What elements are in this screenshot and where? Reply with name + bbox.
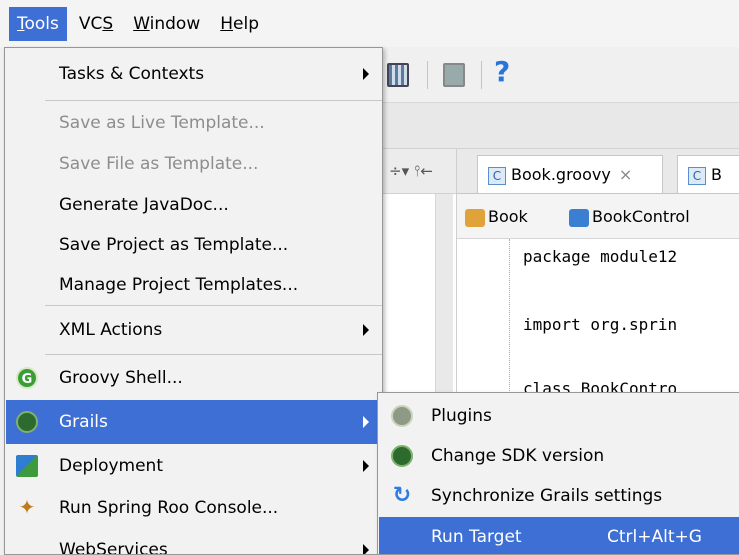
breadcrumb-book[interactable]: Book [465, 194, 528, 238]
menu-help-mnemonic: H [220, 13, 234, 34]
deployment-icon [16, 455, 38, 477]
tools-menu: Tasks & Contexts Save as Live Template..… [4, 47, 383, 555]
tab-second[interactable]: CB [677, 155, 739, 193]
menu-separator [45, 305, 382, 306]
menu-item-label: Tasks & Contexts [59, 64, 205, 84]
menu-item-label: Save Project as Template... [59, 235, 289, 255]
breadcrumb-label: Book [488, 207, 528, 226]
menu-separator [45, 354, 382, 355]
menu-bar: Tools VCS Window Help [0, 0, 739, 47]
sync-icon: ↻ [392, 483, 412, 508]
menu-vcs-a: VC [78, 13, 103, 34]
editor-tabs: C Book.groovy × CB [457, 149, 739, 194]
code-line: package module12 [523, 247, 678, 266]
menu-item-save-file-template: Save File as Template... [6, 142, 381, 186]
menu-help[interactable]: Help [212, 7, 267, 41]
navigation-strip [383, 103, 739, 149]
submenu-item-label: Synchronize Grails settings [431, 486, 663, 506]
menu-item-run-spring-roo[interactable]: ✦ Run Spring Roo Console... [6, 486, 381, 530]
tab-label: B [711, 165, 722, 184]
submenu-arrow-icon [363, 460, 369, 472]
menu-help-rest: elp [233, 13, 259, 34]
menu-window[interactable]: Window [125, 7, 208, 41]
grails-icon [391, 445, 413, 467]
class-icon: C [488, 166, 506, 185]
submenu-item-synchronize[interactable]: ↻ Synchronize Grails settings [379, 476, 739, 516]
kangaroo-icon: ✦ [18, 495, 36, 519]
submenu-arrow-icon [363, 416, 369, 428]
menu-item-label: Grails [59, 412, 108, 432]
menu-item-save-live-template: Save as Live Template... [6, 101, 381, 145]
menu-window-mnemonic: W [133, 13, 150, 34]
panel-header-controls[interactable]: ÷▾ ⫯← [383, 149, 456, 194]
controller-icon [569, 208, 589, 227]
menu-item-tasks-contexts[interactable]: Tasks & Contexts [6, 52, 381, 96]
database-icon[interactable] [443, 63, 465, 87]
menu-vcs-mnemonic: S [102, 13, 114, 34]
menu-item-label: Run Spring Roo Console... [59, 498, 279, 518]
grails-icon [16, 411, 38, 433]
menu-tools-mnemonic: T [17, 13, 25, 34]
help-icon[interactable]: ? [494, 55, 510, 88]
keyboard-shortcut: Ctrl+Alt+G [607, 527, 702, 547]
class-icon: C [688, 166, 706, 185]
tab-label: Book.groovy [511, 165, 611, 184]
submenu-arrow-icon [363, 544, 369, 554]
menu-item-label: Save as Live Template... [59, 113, 265, 133]
menu-item-label: WebServices [59, 540, 168, 555]
menu-item-webservices[interactable]: WebServices [6, 528, 381, 555]
tab-book-groovy[interactable]: C Book.groovy × [477, 155, 663, 193]
domain-class-icon [465, 208, 485, 227]
menu-item-label: XML Actions [59, 320, 163, 340]
grails-submenu: Plugins Change SDK version ↻ Synchronize… [377, 392, 739, 555]
menu-tools[interactable]: Tools [9, 6, 67, 41]
menu-tools-rest: ools [24, 13, 59, 34]
menu-item-xml-actions[interactable]: XML Actions [6, 308, 381, 352]
structure-icon[interactable] [387, 63, 409, 87]
submenu-item-label: Plugins [431, 406, 492, 426]
submenu-arrow-icon [363, 68, 369, 80]
menu-item-generate-javadoc[interactable]: Generate JavaDoc... [6, 183, 381, 227]
submenu-item-label: Change SDK version [431, 446, 605, 466]
submenu-item-plugins[interactable]: Plugins [379, 396, 739, 436]
submenu-item-run-target[interactable]: Run Target Ctrl+Alt+G [379, 517, 739, 554]
menu-item-groovy-shell[interactable]: G Groovy Shell... [6, 356, 381, 400]
menu-item-label: Groovy Shell... [59, 368, 183, 388]
close-icon[interactable]: × [619, 165, 632, 184]
toolbar-separator [427, 61, 428, 89]
code-line: import org.sprin [523, 315, 678, 334]
menu-window-rest: indow [149, 13, 201, 34]
breadcrumb-controller[interactable]: BookControl [569, 194, 690, 238]
submenu-arrow-icon [363, 324, 369, 336]
submenu-item-label: Run Target [431, 527, 522, 547]
menu-item-manage-project-templates[interactable]: Manage Project Templates... [6, 263, 381, 307]
menu-vcs[interactable]: VCS [71, 7, 121, 41]
menu-item-label: Manage Project Templates... [59, 275, 299, 295]
menu-item-label: Generate JavaDoc... [59, 195, 229, 215]
breadcrumb-label: BookControl [592, 207, 690, 226]
breadcrumb: Book BookControl [457, 194, 739, 239]
menu-item-save-project-template[interactable]: Save Project as Template... [6, 223, 381, 267]
menu-item-label: Deployment [59, 456, 163, 476]
menu-item-deployment[interactable]: Deployment [6, 444, 381, 488]
main-toolbar: ? [383, 47, 739, 103]
groovy-icon: G [16, 367, 38, 389]
plugins-icon [391, 405, 413, 427]
submenu-item-change-sdk[interactable]: Change SDK version [379, 436, 739, 476]
menu-item-grails[interactable]: Grails [6, 400, 381, 444]
toolbar-separator [481, 61, 482, 89]
menu-item-label: Save File as Template... [59, 154, 259, 174]
